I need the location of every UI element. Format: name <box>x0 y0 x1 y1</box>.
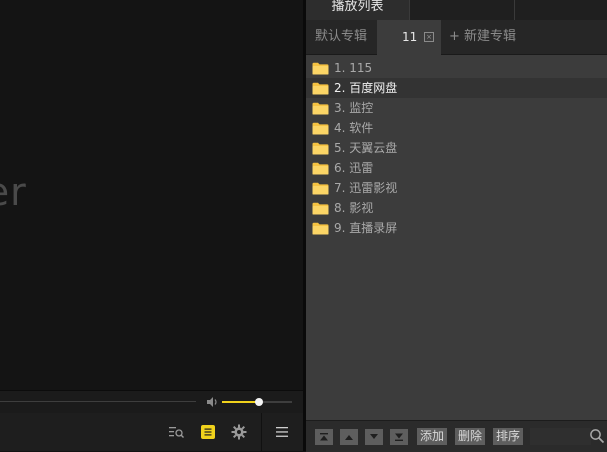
folder-icon <box>312 62 329 75</box>
move-bottom-button[interactable] <box>390 429 408 445</box>
playlist-item-label: 5. 天翼云盘 <box>334 141 398 155</box>
playlist-bottom-bar: 添加 删除 排序 <box>306 420 607 452</box>
add-button[interactable]: 添加 <box>417 428 448 445</box>
playlist-item-label: 1. 115 <box>334 61 373 75</box>
move-down-button[interactable] <box>365 429 383 445</box>
delete-button[interactable]: 删除 <box>455 428 486 445</box>
move-bottom-icon <box>395 433 403 441</box>
playlist-item[interactable]: 7. 迅雷影视 <box>306 178 607 198</box>
player-watermark: ayer <box>0 170 27 214</box>
folder-icon <box>312 182 329 195</box>
volume-fill <box>222 401 260 403</box>
folder-icon <box>312 202 329 215</box>
playlist-item-label: 2. 百度网盘 <box>334 81 398 95</box>
playlist-item[interactable]: 6. 迅雷 <box>306 158 607 178</box>
panel-top-tabs: 播放列表 <box>306 0 607 20</box>
seek-row <box>0 390 303 413</box>
folder-icon <box>312 102 329 115</box>
volume-knob[interactable] <box>255 398 264 406</box>
tab-album-11[interactable]: 11 × <box>377 20 441 55</box>
video-area[interactable]: ayer <box>0 0 303 390</box>
playlist-item-label: 8. 影视 <box>334 201 374 215</box>
move-top-icon <box>320 433 328 441</box>
playlist-item-label: 6. 迅雷 <box>334 161 374 175</box>
album-tab-label: 11 <box>402 30 418 44</box>
playlist-item[interactable]: 1. 115 <box>306 58 607 78</box>
playlist-list: 1. 115 2. 百度网盘 3. 监控 4. 软件 5. 天翼云盘 6. 迅雷 7. 迅雷… <box>306 58 607 238</box>
tab-default-album[interactable]: 默认专辑 <box>315 20 367 54</box>
playlist-panel: 播放列表 默认专辑 11 × + 新建专辑 1. 115 2. 百度网盘 3. 监控… <box>306 0 607 452</box>
playlist-item[interactable]: 9. 直播录屏 <box>306 218 607 238</box>
folder-icon <box>312 82 329 95</box>
folder-icon <box>312 122 329 135</box>
close-icon[interactable]: × <box>424 32 434 42</box>
menu-icon[interactable] <box>274 424 290 440</box>
playlist-item[interactable]: 8. 影视 <box>306 198 607 218</box>
folder-icon <box>312 142 329 155</box>
volume-slider[interactable] <box>222 398 292 406</box>
folder-icon <box>312 162 329 175</box>
control-bar <box>0 413 303 451</box>
tab-playlist[interactable]: 播放列表 <box>306 0 409 20</box>
playlist-item[interactable]: 4. 软件 <box>306 118 607 138</box>
volume-icon[interactable] <box>205 395 219 409</box>
search-list-icon[interactable] <box>168 424 184 440</box>
search-icon[interactable] <box>589 428 605 444</box>
move-up-button[interactable] <box>340 429 358 445</box>
playlist-item-label: 3. 监控 <box>334 101 374 115</box>
sort-button[interactable]: 排序 <box>493 428 524 445</box>
seek-bar[interactable] <box>0 401 196 402</box>
tab-separator <box>409 0 410 20</box>
control-separator <box>261 413 262 451</box>
gear-icon[interactable] <box>231 424 247 440</box>
playlist-item-label: 7. 迅雷影视 <box>334 181 398 195</box>
playlist-item[interactable]: 3. 监控 <box>306 98 607 118</box>
playlist-item[interactable]: 2. 百度网盘 <box>306 78 607 98</box>
playlist-icon[interactable] <box>200 424 216 440</box>
album-tabs: 默认专辑 11 × + 新建专辑 <box>306 20 607 55</box>
move-top-button[interactable] <box>315 429 333 445</box>
playlist-item-label: 9. 直播录屏 <box>334 221 398 235</box>
new-album-button[interactable]: + 新建专辑 <box>449 20 516 54</box>
playlist-item[interactable]: 5. 天翼云盘 <box>306 138 607 158</box>
folder-icon <box>312 222 329 235</box>
chevron-up-icon <box>345 435 353 440</box>
playlist-item-label: 4. 软件 <box>334 121 374 135</box>
tab-separator <box>514 0 515 20</box>
chevron-down-icon <box>370 434 378 439</box>
search-input[interactable] <box>530 428 591 445</box>
